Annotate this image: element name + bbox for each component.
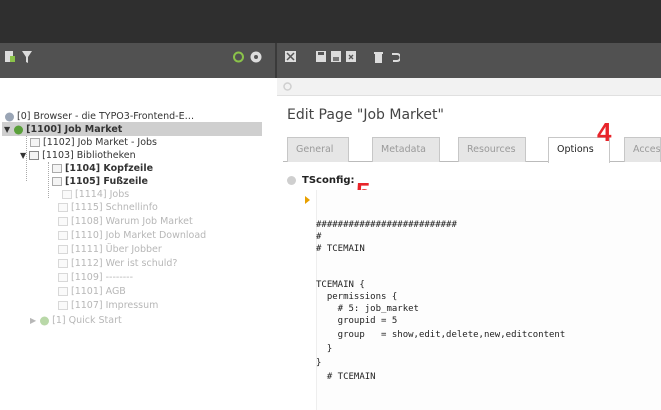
tree-item-label: [1114] Jobs	[75, 189, 130, 200]
top-header-bar	[0, 0, 661, 43]
close-icon[interactable]	[285, 51, 296, 63]
code-line: group = show,edit,delete,new,editcontent	[316, 330, 566, 340]
undo-icon[interactable]	[390, 51, 400, 63]
code-line: # TCEMAIN	[316, 372, 376, 382]
tree-item-label: [1100] Job Market	[26, 124, 123, 135]
tree-item-fusszeile[interactable]: [1105] Fußzeile	[52, 176, 148, 188]
folder-icon	[29, 151, 40, 160]
sub-toolbar	[277, 78, 661, 96]
code-line: ##########################	[316, 220, 457, 230]
save-icon[interactable]	[316, 51, 326, 63]
refresh-icon[interactable]	[233, 51, 244, 63]
tree-item-separator[interactable]: [1109] --------	[58, 272, 133, 284]
tree-item-label: [1109] --------	[71, 272, 134, 283]
tree-item-job-market[interactable]: ▼ [1100] Job Market	[4, 124, 122, 136]
tree-item-wer[interactable]: [1112] Wer ist schuld?	[58, 258, 177, 270]
tsconfig-field-label: TSconfig:	[287, 175, 355, 186]
page-title: Edit Page "Job Market"	[287, 107, 444, 123]
page-icon	[30, 138, 40, 147]
tree-root-label: [0] Browser - die TYPO3-Frontend-E…	[17, 111, 195, 122]
field-status-icon	[287, 175, 296, 185]
tree-item-quick-start[interactable]: ▶ [1] Quick Start	[30, 315, 122, 327]
page-icon	[62, 190, 72, 199]
tree-item-label: [1] Quick Start	[52, 315, 122, 326]
code-line: TCEMAIN {	[316, 280, 365, 290]
expand-field-icon[interactable]	[305, 196, 310, 204]
tree-item-label: [1104] Kopfzeile	[65, 163, 154, 174]
tree-item-jobs-sub[interactable]: [1114] Jobs	[62, 189, 129, 201]
expand-icon[interactable]: ▶	[30, 316, 36, 325]
save-view-icon[interactable]	[331, 51, 341, 63]
code-line: }	[316, 344, 333, 354]
page-icon	[58, 259, 68, 268]
tab-metadata[interactable]: Metadata	[372, 137, 440, 162]
code-line: #	[316, 232, 322, 242]
collapse-icon[interactable]: ▼	[4, 125, 10, 134]
code-line: permissions {	[316, 292, 398, 302]
tree-item-agb[interactable]: [1101] AGB	[58, 286, 126, 298]
tree-item-label: [1112] Wer ist schuld?	[71, 258, 178, 269]
globe-icon	[5, 112, 14, 121]
tree-root[interactable]: [0] Browser - die TYPO3-Frontend-E…	[4, 111, 194, 123]
tree-item-bibliotheken[interactable]: ▼ [1103] Bibliotheken	[20, 150, 136, 162]
code-line: # 5: job_market	[316, 304, 419, 314]
new-page-icon[interactable]	[5, 51, 15, 63]
tab-resources[interactable]: Resources	[458, 137, 526, 162]
step-badge-tab: 4	[597, 117, 612, 147]
tree-guide-line	[48, 162, 49, 198]
page-icon	[58, 217, 68, 226]
tab-general[interactable]: General	[287, 137, 349, 162]
code-line: groupid = 5	[316, 316, 398, 326]
help-icon[interactable]	[250, 51, 262, 63]
collapse-icon[interactable]: ▼	[20, 151, 26, 160]
page-icon	[58, 245, 68, 254]
tree-item-label: [1102] Job Market - Jobs	[43, 137, 157, 148]
tree-item-label: [1107] Impressum	[71, 300, 159, 311]
filter-icon[interactable]	[22, 51, 32, 63]
tree-item-label: [1101] AGB	[71, 286, 126, 297]
tree-item-kopfzeile[interactable]: [1104] Kopfzeile	[52, 163, 153, 175]
gear-icon[interactable]	[283, 82, 292, 91]
tree-item-label: [1105] Fußzeile	[65, 176, 148, 187]
delete-icon[interactable]	[374, 51, 383, 63]
page-green-icon	[14, 125, 24, 134]
tree-item-label: [1115] Schnellinfo	[71, 202, 158, 213]
tab-access[interactable]: Access	[624, 137, 661, 162]
page-icon	[58, 273, 68, 282]
tree-item-ueber[interactable]: [1111] Über Jobber	[58, 244, 162, 256]
page-icon	[58, 203, 68, 212]
tsconfig-label: TSconfig:	[302, 175, 355, 186]
page-icon	[52, 177, 62, 186]
page-icon	[58, 301, 68, 310]
tree-item-label: [1108] Warum Job Market	[71, 216, 193, 227]
page-icon	[58, 287, 68, 296]
code-line: }	[316, 358, 322, 368]
tree-item-label: [1110] Job Market Download	[71, 230, 207, 241]
save-close-icon[interactable]	[346, 51, 356, 63]
tree-item-warum[interactable]: [1108] Warum Job Market	[58, 216, 193, 228]
tree-item-jobs[interactable]: [1102] Job Market - Jobs	[30, 137, 157, 149]
tree-item-download[interactable]: [1110] Job Market Download	[58, 230, 206, 242]
tree-item-label: [1111] Über Jobber	[71, 244, 162, 255]
toolbar	[0, 43, 661, 78]
page-icon	[52, 164, 62, 173]
tree-item-label: [1103] Bibliotheken	[42, 150, 136, 161]
page-green-icon	[40, 316, 50, 325]
tree-item-impressum[interactable]: [1107] Impressum	[58, 300, 158, 312]
panel-divider	[275, 43, 277, 78]
page-icon	[58, 231, 68, 240]
code-line: # TCEMAIN	[316, 244, 365, 254]
tree-item-schnellinfo[interactable]: [1115] Schnellinfo	[58, 202, 158, 214]
